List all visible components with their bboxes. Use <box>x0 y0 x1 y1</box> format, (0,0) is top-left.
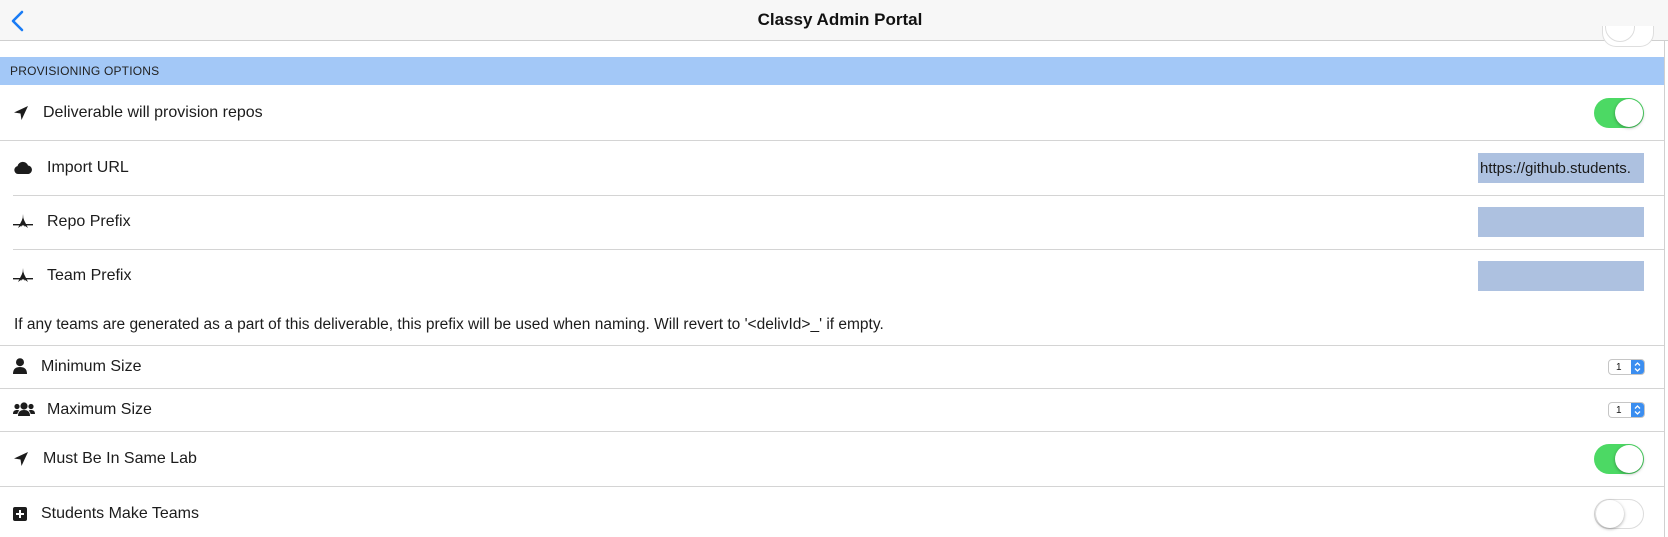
toggle-knob <box>1596 500 1624 528</box>
plus-square-icon <box>13 507 27 521</box>
toggle-knob <box>1615 445 1643 473</box>
provision-repos-toggle[interactable] <box>1594 98 1644 128</box>
stepper-arrows-icon[interactable] <box>1631 360 1644 374</box>
same-lab-label: Must Be In Same Lab <box>43 450 197 467</box>
code-fork-icon <box>13 214 33 228</box>
repo-prefix-label: Repo Prefix <box>47 213 131 230</box>
repo-prefix-input[interactable] <box>1478 207 1644 237</box>
page-title: Classy Admin Portal <box>757 10 923 29</box>
cloud-icon <box>14 161 32 174</box>
location-arrow-icon <box>14 106 28 120</box>
row-same-lab: Must Be In Same Lab <box>0 432 1664 486</box>
minimum-size-label: Minimum Size <box>41 358 142 375</box>
row-team-prefix: Team Prefix <box>0 250 1664 304</box>
toggle-knob <box>1605 26 1635 42</box>
import-url-label: Import URL <box>47 159 129 176</box>
row-minimum-size: Minimum Size 1 <box>0 346 1664 388</box>
import-url-input[interactable] <box>1478 153 1644 183</box>
minimum-size-stepper[interactable]: 1 <box>1608 359 1645 375</box>
same-lab-toggle[interactable] <box>1594 444 1644 474</box>
scrolled-toggle[interactable] <box>1602 26 1654 47</box>
location-arrow-icon <box>14 452 28 466</box>
maximum-size-stepper[interactable]: 1 <box>1608 402 1645 418</box>
minimum-size-value: 1 <box>1616 362 1622 373</box>
team-prefix-label: Team Prefix <box>47 267 132 284</box>
users-icon <box>13 402 35 416</box>
right-border <box>1664 40 1665 537</box>
team-prefix-help-text: If any teams are generated as a part of … <box>14 316 884 333</box>
navigation-bar: Classy Admin Portal <box>0 0 1668 41</box>
row-provision-repos: Deliverable will provision repos <box>0 86 1664 141</box>
team-prefix-input[interactable] <box>1478 261 1644 291</box>
toggle-knob <box>1615 99 1643 127</box>
row-students-make-teams: Students Make Teams <box>0 487 1664 537</box>
maximum-size-label: Maximum Size <box>47 401 152 418</box>
students-make-teams-toggle[interactable] <box>1594 499 1644 529</box>
students-make-teams-label: Students Make Teams <box>41 505 200 522</box>
provision-repos-label: Deliverable will provision repos <box>43 104 263 121</box>
row-repo-prefix: Repo Prefix <box>0 196 1664 249</box>
row-import-url: Import URL <box>0 141 1664 195</box>
user-icon <box>13 358 27 374</box>
code-fork-icon <box>13 268 33 282</box>
row-maximum-size: Maximum Size 1 <box>0 389 1664 431</box>
maximum-size-value: 1 <box>1616 405 1622 416</box>
section-header-provisioning: PROVISIONING OPTIONS <box>0 57 1664 85</box>
stepper-arrows-icon[interactable] <box>1631 403 1644 417</box>
